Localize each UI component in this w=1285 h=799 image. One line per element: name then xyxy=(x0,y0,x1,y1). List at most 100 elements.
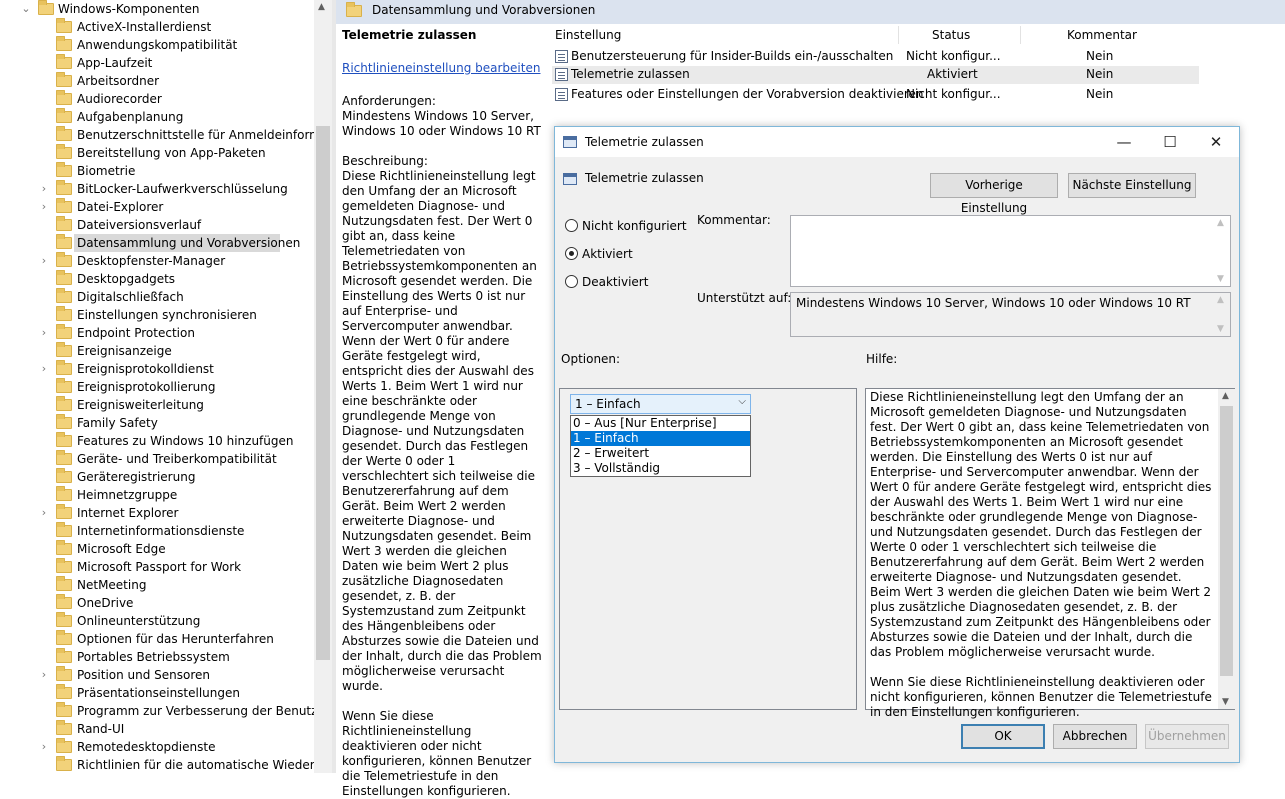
chevron-right-icon[interactable]: › xyxy=(38,363,50,375)
tree-item[interactable]: Heimnetzgruppe xyxy=(0,486,314,504)
tree-item[interactable]: Rand-UI xyxy=(0,720,314,738)
tree-item[interactable]: Onlineunterstützung xyxy=(0,612,314,630)
chevron-right-icon[interactable]: › xyxy=(38,255,50,267)
tree-item[interactable]: Datensammlung und Vorabversionen xyxy=(0,234,314,252)
tree-item[interactable]: Optionen für das Herunterfahren xyxy=(0,630,314,648)
help-scrollbar[interactable]: ▲ ▼ xyxy=(1218,389,1235,709)
folder-icon xyxy=(56,18,72,33)
tree-item[interactable]: Microsoft Edge xyxy=(0,540,314,558)
chevron-right-icon[interactable]: › xyxy=(38,201,50,213)
setting-row[interactable]: Features oder Einstellungen der Vorabver… xyxy=(552,86,1199,104)
pane-divider[interactable] xyxy=(332,0,336,773)
tree-item[interactable]: Biometrie xyxy=(0,162,314,180)
tree-item[interactable]: Audiorecorder xyxy=(0,90,314,108)
tree-item[interactable]: Digitalschließfach xyxy=(0,288,314,306)
tree-item[interactable]: OneDrive xyxy=(0,594,314,612)
tree-item[interactable]: ActiveX-Installerdienst xyxy=(0,18,314,36)
chevron-right-icon[interactable]: › xyxy=(38,183,50,195)
setting-row-selected[interactable]: Telemetrie zulassen Aktiviert Nein xyxy=(552,66,1199,84)
folder-icon xyxy=(56,558,72,573)
telemetry-level-dropdown[interactable]: 1 – Einfach ⌵ xyxy=(570,394,751,414)
tree-item[interactable]: Benutzerschnittstelle für Anmeldeinforma… xyxy=(0,126,314,144)
tree-item[interactable]: Desktopgadgets xyxy=(0,270,314,288)
scroll-thumb[interactable] xyxy=(316,126,330,660)
tree-item[interactable]: Family Safety xyxy=(0,414,314,432)
tree-item-label: Arbeitsordner xyxy=(77,74,160,88)
apply-button[interactable]: Übernehmen xyxy=(1145,724,1229,749)
folder-icon xyxy=(56,216,72,231)
radio-button[interactable] xyxy=(565,275,578,288)
tree-item[interactable]: › Position und Sensoren xyxy=(0,666,314,684)
chevron-down-icon[interactable]: ⌵ xyxy=(738,396,746,407)
cancel-button[interactable]: Abbrechen xyxy=(1053,724,1137,749)
tree-item[interactable]: Ereignisprotokollierung xyxy=(0,378,314,396)
maximize-icon[interactable]: ☐ xyxy=(1147,127,1193,157)
column-header-setting[interactable]: Einstellung xyxy=(555,28,621,42)
tree-item[interactable]: Ereignisanzeige xyxy=(0,342,314,360)
tree-item[interactable]: App-Laufzeit xyxy=(0,54,314,72)
tree-item[interactable]: › Datei-Explorer xyxy=(0,198,314,216)
supported-on-field[interactable]: Mindestens Windows 10 Server, Windows 10… xyxy=(790,292,1231,337)
column-header-comment[interactable]: Kommentar xyxy=(1067,28,1137,42)
tree-item-label: Ereignisanzeige xyxy=(77,344,172,358)
tree-item[interactable]: Anwendungskompatibilität xyxy=(0,36,314,54)
dialog-titlebar[interactable]: Telemetrie zulassen — ☐ ✕ xyxy=(555,127,1239,157)
tree-item[interactable]: Portables Betriebssystem xyxy=(0,648,314,666)
chevron-right-icon[interactable]: › xyxy=(38,669,50,681)
scroll-down-icon[interactable]: ▼ xyxy=(1222,697,1229,707)
tree-item[interactable]: Einstellungen synchronisieren xyxy=(0,306,314,324)
tree-item[interactable]: Dateiversionsverlauf xyxy=(0,216,314,234)
next-setting-button[interactable]: Nächste Einstellung xyxy=(1068,173,1196,198)
tree-item-label: Rand-UI xyxy=(77,722,125,736)
tree-item[interactable]: Richtlinien für die automatische Wiederg… xyxy=(0,756,314,773)
scroll-up-icon[interactable]: ▲ xyxy=(1222,391,1229,401)
tree-item[interactable]: Bereitstellung von App-Paketen xyxy=(0,144,314,162)
scroll-thumb[interactable] xyxy=(1220,406,1233,676)
tree-item[interactable]: Präsentationseinstellungen xyxy=(0,684,314,702)
tree-item[interactable]: › Remotedesktopdienste xyxy=(0,738,314,756)
tree-item[interactable]: › Desktopfenster-Manager xyxy=(0,252,314,270)
tree-item[interactable]: Features zu Windows 10 hinzufügen xyxy=(0,432,314,450)
tree-item[interactable]: › Internet Explorer xyxy=(0,504,314,522)
edit-policy-link[interactable]: Richtlinieneinstellung bearbeiten xyxy=(342,61,542,76)
radio-button[interactable] xyxy=(565,247,578,260)
column-header-status[interactable]: Status xyxy=(932,28,970,42)
tree-item[interactable]: Geräteregistrierung xyxy=(0,468,314,486)
comment-field[interactable]: ▲ ▼ xyxy=(790,215,1231,287)
dropdown-option[interactable]: 3 – Vollständig xyxy=(571,461,750,476)
comment-scrollbar[interactable]: ▲ ▼ xyxy=(1213,216,1230,286)
tree-item[interactable]: Geräte- und Treiberkompatibilität xyxy=(0,450,314,468)
dialog-subtitle: Telemetrie zulassen xyxy=(585,171,704,185)
supported-scrollbar[interactable]: ▲ ▼ xyxy=(1213,293,1230,336)
chevron-right-icon[interactable]: › xyxy=(38,507,50,519)
scroll-up-icon[interactable]: ▲ xyxy=(318,2,325,12)
tree-item[interactable]: Aufgabenplanung xyxy=(0,108,314,126)
tree-item[interactable]: › Endpoint Protection xyxy=(0,324,314,342)
chevron-right-icon[interactable]: › xyxy=(38,741,50,753)
tree-item-root[interactable]: ⌄ Windows-Komponenten xyxy=(0,0,314,18)
tree-item[interactable]: Microsoft Passport for Work xyxy=(0,558,314,576)
dropdown-option[interactable]: 1 – Einfach xyxy=(571,431,750,446)
close-icon[interactable]: ✕ xyxy=(1193,127,1239,157)
minimize-icon[interactable]: — xyxy=(1101,127,1147,157)
chevron-down-icon[interactable]: ⌄ xyxy=(20,3,32,15)
dropdown-option[interactable]: 0 – Aus [Nur Enterprise] xyxy=(571,416,750,431)
tree-item[interactable]: › BitLocker-Laufwerkverschlüsselung xyxy=(0,180,314,198)
tree-view[interactable]: ⌄ Windows-Komponenten ActiveX-Installerd… xyxy=(0,0,332,773)
radio-button[interactable] xyxy=(565,219,578,232)
tree-item[interactable]: › Ereignisprotokolldienst xyxy=(0,360,314,378)
tree-item[interactable]: NetMeeting xyxy=(0,576,314,594)
tree-item[interactable]: Arbeitsordner xyxy=(0,72,314,90)
tree-item[interactable]: Programm zur Verbesserung der Benutzerfr… xyxy=(0,702,314,720)
tree-item[interactable]: Internetinformationsdienste xyxy=(0,522,314,540)
previous-setting-button[interactable]: Vorherige Einstellung xyxy=(930,173,1058,215)
setting-row[interactable]: Benutzersteuerung für Insider-Builds ein… xyxy=(552,48,1199,66)
chevron-right-icon[interactable]: › xyxy=(38,327,50,339)
tree-item-label: Präsentationseinstellungen xyxy=(77,686,240,700)
dropdown-option[interactable]: 2 – Erweitert xyxy=(571,446,750,461)
ok-button[interactable]: OK xyxy=(961,724,1045,749)
tree-scrollbar[interactable]: ▲ xyxy=(314,0,332,773)
tree-item[interactable]: Ereignisweiterleitung xyxy=(0,396,314,414)
tree-item-label: Onlineunterstützung xyxy=(77,614,201,628)
dropdown-list[interactable]: 0 – Aus [Nur Enterprise] 1 – Einfach 2 – E… xyxy=(570,415,751,477)
